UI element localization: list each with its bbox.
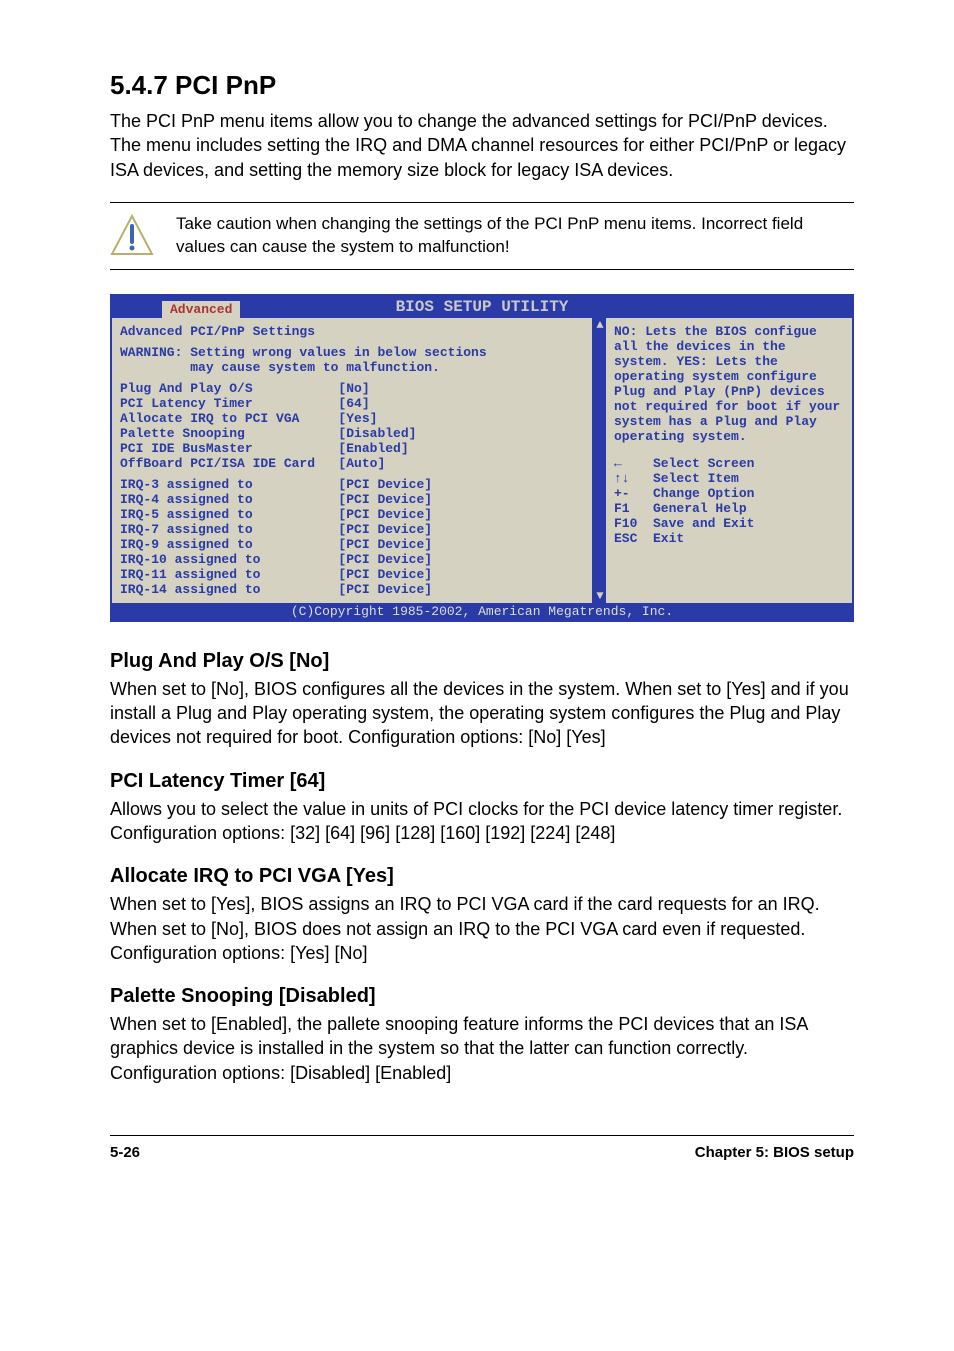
bios-tab-advanced: Advanced xyxy=(162,301,240,318)
bios-legend-line: +- Change Option xyxy=(614,486,844,501)
bios-header-title: BIOS SETUP UTILITY xyxy=(396,298,569,316)
palette-snooping-body: When set to [Enabled], the pallete snoop… xyxy=(110,1012,854,1085)
pci-latency-body: Allows you to select the value in units … xyxy=(110,797,854,846)
chapter-label: Chapter 5: BIOS setup xyxy=(695,1144,854,1161)
page-footer: 5-26 Chapter 5: BIOS setup xyxy=(110,1135,854,1161)
bios-legend-line: ← Select Screen xyxy=(614,456,844,471)
scroll-up-icon: ▲ xyxy=(594,318,606,332)
plug-and-play-body: When set to [No], BIOS configures all th… xyxy=(110,677,854,750)
bios-irq-row: IRQ-11 assigned to [PCI Device] xyxy=(120,567,584,582)
bios-irq-row: IRQ-10 assigned to [PCI Device] xyxy=(120,552,584,567)
bios-warning-line1: WARNING: Setting wrong values in below s… xyxy=(120,345,584,360)
palette-snooping-heading: Palette Snooping [Disabled] xyxy=(110,985,854,1008)
bios-irq-row: IRQ-9 assigned to [PCI Device] xyxy=(120,537,584,552)
bios-panel-title: Advanced PCI/PnP Settings xyxy=(120,324,584,339)
page-number: 5-26 xyxy=(110,1144,140,1161)
bios-header: BIOS SETUP UTILITY Advanced xyxy=(112,296,852,318)
bios-legend-line: ↑↓ Select Item xyxy=(614,471,844,486)
caution-text: Take caution when changing the settings … xyxy=(176,213,854,259)
bios-legend-line: ESC Exit xyxy=(614,531,844,546)
bios-screenshot: BIOS SETUP UTILITY Advanced Advanced PCI… xyxy=(110,294,854,622)
bios-irq-row: IRQ-14 assigned to [PCI Device] xyxy=(120,582,584,597)
bios-setting-row: Palette Snooping [Disabled] xyxy=(120,426,584,441)
section-heading: 5.4.7 PCI PnP xyxy=(110,70,854,101)
bios-irq-row: IRQ-4 assigned to [PCI Device] xyxy=(120,492,584,507)
scroll-down-icon: ▼ xyxy=(594,589,606,603)
bios-irq-row: IRQ-7 assigned to [PCI Device] xyxy=(120,522,584,537)
caution-note: Take caution when changing the settings … xyxy=(110,202,854,270)
bios-legend-line: F1 General Help xyxy=(614,501,844,516)
bios-setting-row: PCI IDE BusMaster [Enabled] xyxy=(120,441,584,456)
bios-setting-row: Allocate IRQ to PCI VGA [Yes] xyxy=(120,411,584,426)
pci-latency-heading: PCI Latency Timer [64] xyxy=(110,770,854,793)
bios-scrollbar: ▲ ▼ xyxy=(594,318,606,603)
bios-warning-line2: may cause system to malfunction. xyxy=(120,360,584,375)
allocate-irq-body: When set to [Yes], BIOS assigns an IRQ t… xyxy=(110,892,854,965)
plug-and-play-heading: Plug And Play O/S [No] xyxy=(110,650,854,673)
intro-paragraph: The PCI PnP menu items allow you to chan… xyxy=(110,109,854,182)
bios-irq-row: IRQ-5 assigned to [PCI Device] xyxy=(120,507,584,522)
bios-irq-row: IRQ-3 assigned to [PCI Device] xyxy=(120,477,584,492)
bios-setting-row: PCI Latency Timer [64] xyxy=(120,396,584,411)
bios-copyright: (C)Copyright 1985-2002, American Megatre… xyxy=(112,603,852,620)
bios-help-text: NO: Lets the BIOS configue all the devic… xyxy=(614,324,844,444)
bios-legend-line: F10 Save and Exit xyxy=(614,516,844,531)
bios-setting-row: OffBoard PCI/ISA IDE Card [Auto] xyxy=(120,456,584,471)
bios-setting-row: Plug And Play O/S [No] xyxy=(120,381,584,396)
caution-icon xyxy=(110,214,154,258)
allocate-irq-heading: Allocate IRQ to PCI VGA [Yes] xyxy=(110,865,854,888)
